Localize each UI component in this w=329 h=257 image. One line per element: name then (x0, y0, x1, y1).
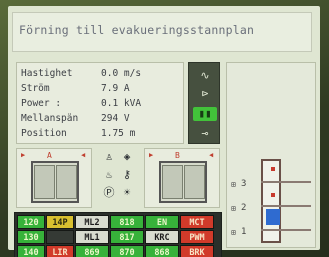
status-cell: 869 (75, 245, 109, 257)
arrow-right-icon: ▶ (21, 151, 26, 159)
power-value: 0.1 kVA (101, 98, 142, 109)
floor-line-3 (261, 181, 311, 183)
floor-line-2 (261, 205, 311, 207)
status-cell: 870 (110, 245, 144, 257)
status-cell: LIR (46, 245, 74, 257)
parking-icon: Ⓟ (103, 186, 115, 199)
door-a-right-leaf (56, 165, 77, 199)
call-button-icon[interactable]: ⊞ (231, 181, 239, 189)
status-cell: 818 (110, 215, 144, 229)
position-label: Position (21, 128, 67, 139)
door-marker (271, 167, 275, 171)
title-bar: Förning till evakueringsstannplan (12, 12, 312, 52)
status-cell: 14P (46, 215, 74, 229)
flame-icon: ♨ (105, 168, 113, 181)
door-a-frame (31, 161, 79, 203)
status-grid: 120 14P ML2 818 EN MCT 130 ML1 817 KRC PWM 140 LIR 86… (14, 212, 222, 257)
plug-icon: ⊸ (201, 127, 209, 140)
door-b-frame (159, 161, 207, 203)
arrow-left-icon: ◀ (81, 151, 86, 159)
current-label: Ström (21, 83, 50, 94)
floor-number: 3 (241, 179, 247, 189)
speed-value: 0.0 m/s (101, 68, 142, 79)
floor-line-1 (261, 229, 311, 231)
status-cell: BRK (180, 245, 214, 257)
page-title: Förning till evakueringsstannplan (19, 23, 255, 37)
arrow-right-icon: ▶ (149, 151, 154, 159)
door-status-icons: ♙ ◈ ♨ ⚷ Ⓟ ☀ (100, 148, 140, 208)
shield-icon: ◈ (123, 150, 131, 163)
lcd-screen: Förning till evakueringsstannplan Hastig… (8, 6, 320, 257)
power-label: Power : (21, 98, 62, 109)
arrow-left-icon: ◀ (209, 151, 214, 159)
door-b-panel: ▶ B ◀ (144, 148, 220, 208)
floor-number: 1 (241, 227, 247, 237)
status-cell: MCT (180, 215, 214, 229)
light-icon: ☀ (123, 186, 131, 199)
door-b-right-leaf (184, 165, 205, 199)
status-cell: PWM (180, 230, 214, 244)
status-cell: ML1 (75, 230, 109, 244)
status-cell: 817 (110, 230, 144, 244)
status-cell: 868 (145, 245, 179, 257)
status-cell: 140 (17, 245, 45, 257)
dc-link-value: 294 V (101, 113, 130, 124)
status-cell: KRC (145, 230, 179, 244)
transistor-icon: ⊳ (201, 87, 209, 100)
position-value: 1.75 m (101, 128, 136, 139)
key-icon: ⚷ (122, 168, 132, 181)
current-value: 7.9 A (101, 83, 130, 94)
call-button-icon[interactable]: ⊞ (231, 205, 239, 213)
status-cell: 120 (17, 215, 45, 229)
door-marker (271, 193, 275, 197)
status-cell: ML2 (75, 215, 109, 229)
door-a-panel: ▶ A ◀ (16, 148, 92, 208)
status-cell: 130 (17, 230, 45, 244)
dc-link-label: Mellanspän (21, 113, 79, 124)
status-cell (46, 230, 74, 244)
door-b-label: B (175, 151, 180, 160)
door-a-left-leaf (34, 165, 55, 199)
battery-icon: ▮▮ (193, 107, 217, 121)
ac-wave-icon: ∿ (200, 69, 210, 82)
readout-panel: Hastighet 0.0 m/s Ström 7.9 A Power : 0.… (16, 62, 184, 144)
elevator-car (266, 209, 280, 225)
call-button-icon[interactable]: ⊞ (231, 229, 239, 237)
status-icon-column: ∿ ⊳ ▮▮ ⊸ (188, 62, 220, 144)
door-b-left-leaf (162, 165, 183, 199)
floor-number: 2 (241, 203, 247, 213)
status-cell: EN (145, 215, 179, 229)
speed-label: Hastighet (21, 68, 73, 79)
door-a-label: A (47, 151, 52, 160)
person-icon: ♙ (105, 150, 113, 163)
shaft-panel: ⊞ 3 ⊞ 2 ⊞ 1 (226, 62, 316, 248)
